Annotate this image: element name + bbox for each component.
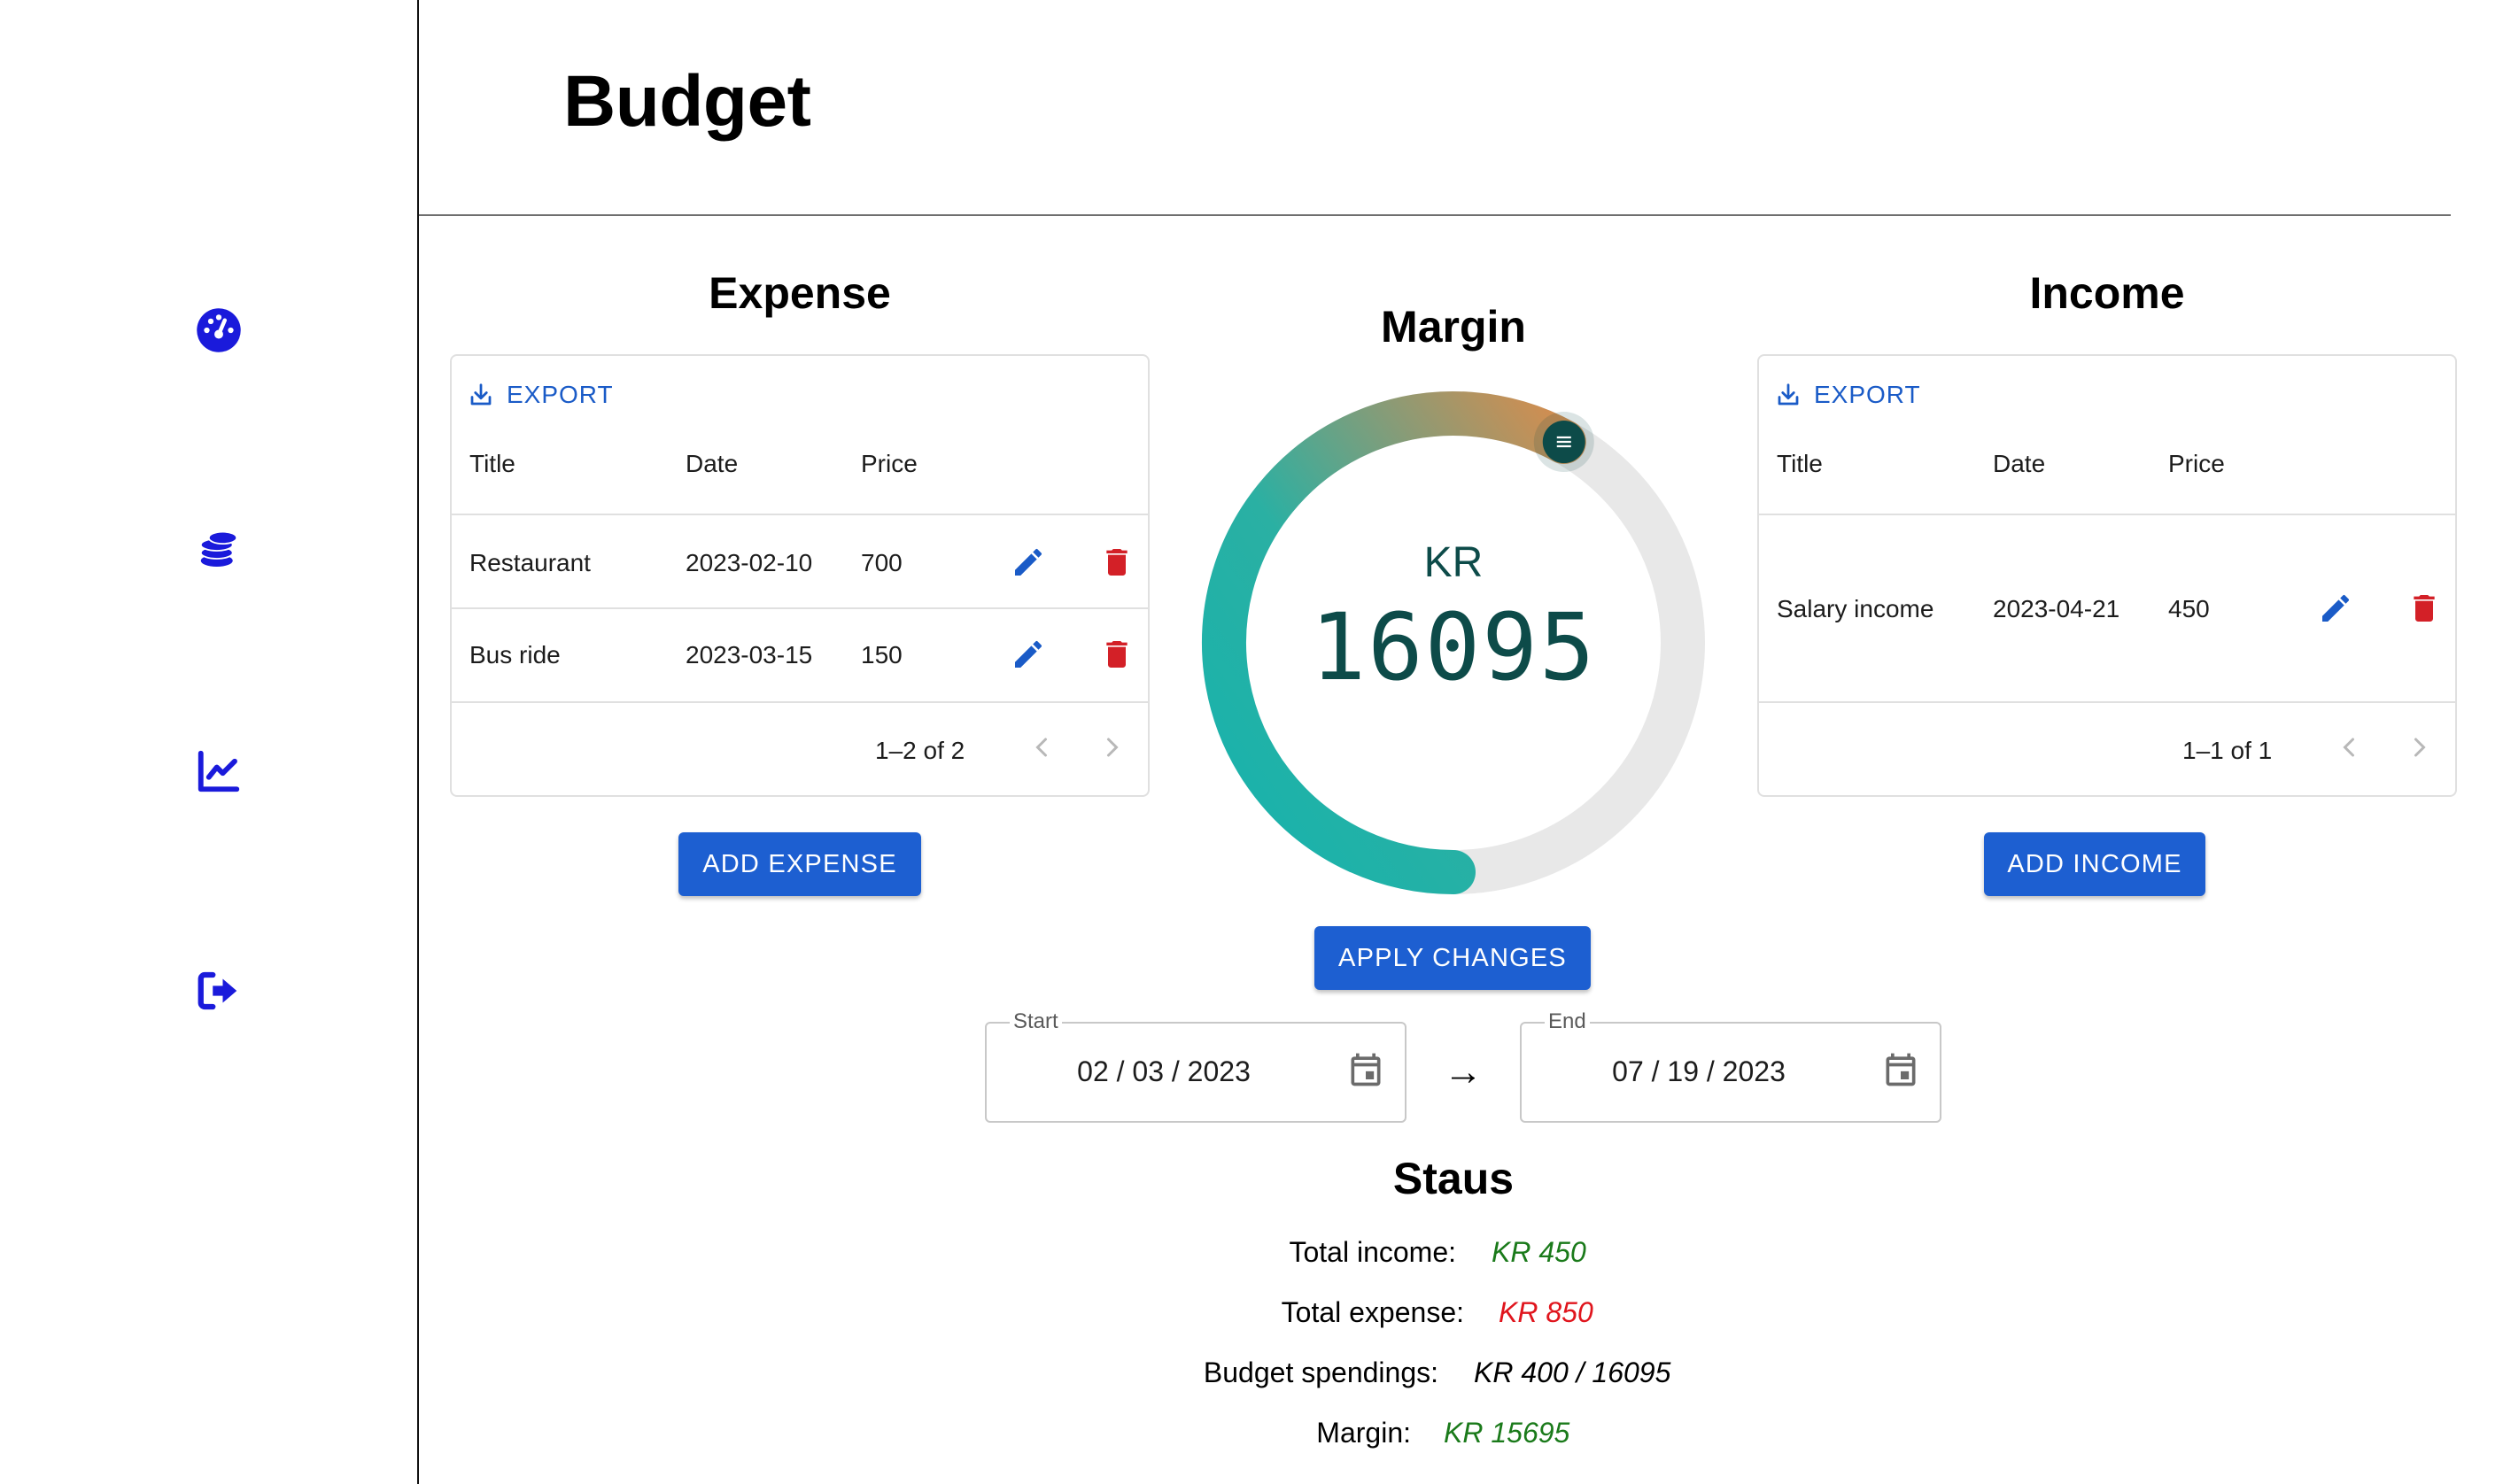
start-date-label: Start xyxy=(1010,1009,1062,1034)
sidebar xyxy=(0,0,419,1484)
budget-spendings-label: Budget spendings: xyxy=(1203,1356,1438,1388)
start-date-input[interactable]: 02 / 03 / 2023 xyxy=(987,1055,1341,1088)
column-header-price[interactable]: Price xyxy=(861,450,918,478)
cell-price: 450 xyxy=(2168,595,2210,622)
dashboard-icon[interactable] xyxy=(195,306,243,354)
income-title: Income xyxy=(2029,268,2185,318)
column-header-date[interactable]: Date xyxy=(686,450,738,478)
arrow-right-icon: → xyxy=(1444,1050,1483,1094)
add-income-button[interactable]: ADD INCOME xyxy=(1984,832,2205,896)
gauge-value: 16095 xyxy=(1310,593,1597,701)
coins-icon[interactable] xyxy=(195,527,243,575)
divider xyxy=(452,701,1148,703)
expense-export-button[interactable]: EXPORT xyxy=(468,375,614,414)
margin-title: Margin xyxy=(1381,302,1526,352)
cell-price: 150 xyxy=(861,641,903,669)
edit-icon[interactable] xyxy=(1006,540,1050,584)
cell-date: 2023-04-21 xyxy=(1993,595,2120,622)
column-header-price[interactable]: Price xyxy=(2168,450,2225,478)
expense-title: Expense xyxy=(709,268,891,318)
apply-changes-button[interactable]: APPLY CHANGES xyxy=(1314,926,1591,990)
divider xyxy=(452,514,1148,515)
gauge-currency: KR xyxy=(1423,539,1484,586)
delete-icon[interactable] xyxy=(2402,586,2446,630)
logout-icon[interactable] xyxy=(195,967,243,1015)
total-income-value: KR 450 xyxy=(1492,1236,1586,1268)
divider xyxy=(1759,701,2455,703)
budget-spendings-value: KR 400 / 16095 xyxy=(1474,1356,1671,1388)
end-date-field[interactable]: End 07 / 19 / 2023 xyxy=(1520,1009,1941,1123)
status-title: Staus xyxy=(1392,1154,1515,1203)
margin-value: KR 15695 xyxy=(1444,1417,1570,1449)
income-table: EXPORT Title Date Price Salary income 20… xyxy=(1757,354,2457,797)
divider xyxy=(1759,514,2455,515)
pagination-text: 1–1 of 1 xyxy=(2182,737,2273,764)
margin-gauge: KR 16095 xyxy=(1198,388,1709,898)
income-export-button[interactable]: EXPORT xyxy=(1775,375,1921,414)
margin-label: Margin: xyxy=(1316,1417,1411,1449)
chevron-right-icon[interactable] xyxy=(1095,730,1130,765)
edit-icon[interactable] xyxy=(1006,632,1050,676)
cell-date: 2023-02-10 xyxy=(686,549,813,576)
total-income-label: Total income: xyxy=(1289,1236,1456,1268)
end-date-input[interactable]: 07 / 19 / 2023 xyxy=(1522,1055,1876,1088)
delete-icon[interactable] xyxy=(1095,540,1139,584)
chevron-left-icon[interactable] xyxy=(1024,730,1059,765)
cell-date: 2023-03-15 xyxy=(686,641,813,669)
column-header-title[interactable]: Title xyxy=(469,450,515,478)
total-expense-label: Total expense: xyxy=(1281,1296,1464,1328)
column-header-title[interactable]: Title xyxy=(1777,450,1823,478)
calendar-icon[interactable] xyxy=(1881,1050,1920,1089)
line-chart-icon[interactable] xyxy=(195,747,243,795)
edit-icon[interactable] xyxy=(2313,586,2358,630)
divider xyxy=(452,607,1148,609)
delete-icon[interactable] xyxy=(1095,632,1139,676)
pagination-text: 1–2 of 2 xyxy=(875,737,965,764)
cell-price: 700 xyxy=(861,549,903,576)
cell-title: Bus ride xyxy=(469,641,561,669)
column-header-date[interactable]: Date xyxy=(1993,450,2045,478)
add-expense-button[interactable]: ADD EXPENSE xyxy=(678,832,921,896)
calendar-icon[interactable] xyxy=(1346,1050,1385,1089)
export-label: EXPORT xyxy=(1814,381,1921,408)
cell-title: Restaurant xyxy=(469,549,591,576)
chevron-right-icon[interactable] xyxy=(2402,730,2437,765)
gauge-handle-icon xyxy=(1533,412,1594,473)
total-expense-value: KR 850 xyxy=(1499,1296,1593,1328)
export-label: EXPORT xyxy=(507,381,614,408)
expense-table: EXPORT Title Date Price Restaurant 2023-… xyxy=(450,354,1150,797)
download-icon xyxy=(1778,383,1799,406)
end-date-label: End xyxy=(1545,1009,1590,1034)
header-divider xyxy=(419,214,2451,216)
page-title: Budget xyxy=(563,61,811,142)
cell-title: Salary income xyxy=(1777,595,1934,622)
chevron-left-icon[interactable] xyxy=(2331,730,2367,765)
start-date-field[interactable]: Start 02 / 03 / 2023 xyxy=(985,1009,1406,1123)
download-icon xyxy=(470,383,492,406)
